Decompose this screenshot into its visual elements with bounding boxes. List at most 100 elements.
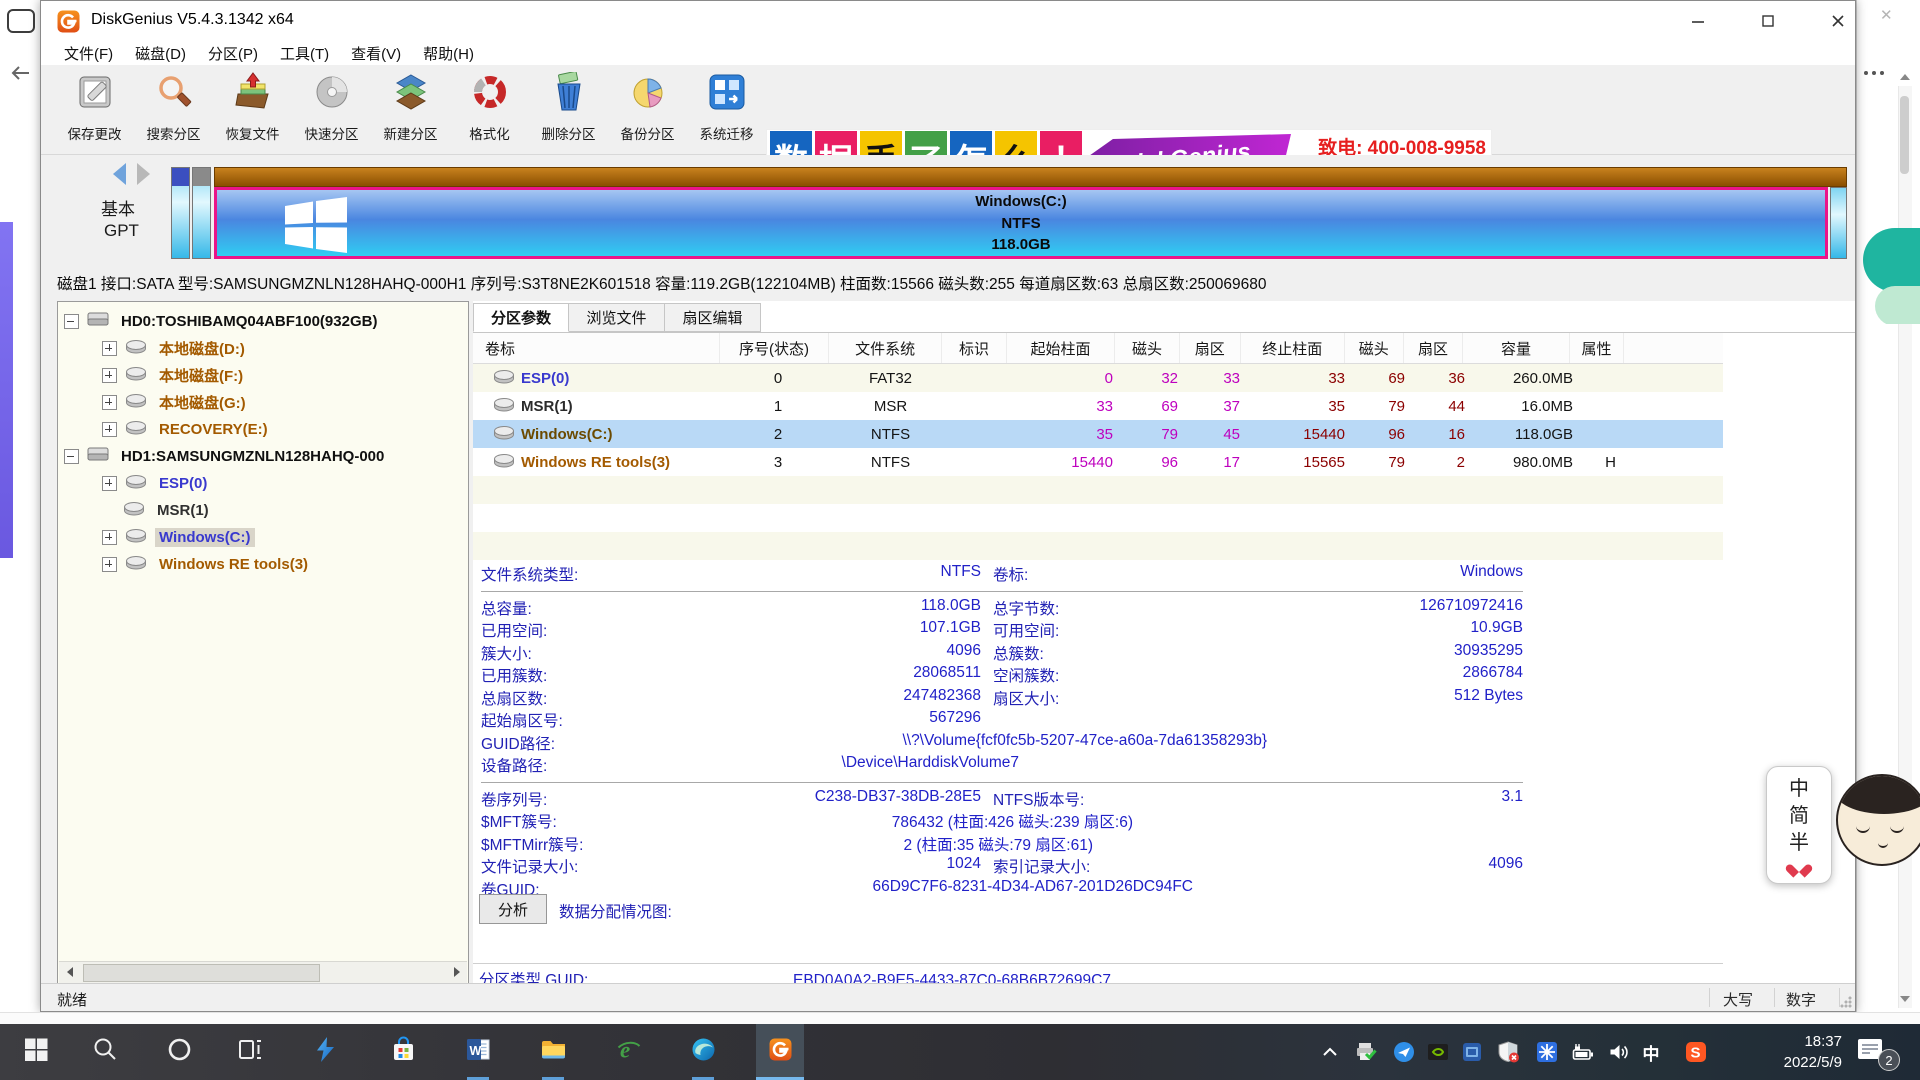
- taskbar-button-search[interactable]: [81, 1024, 129, 1080]
- ime-widget-item-2[interactable]: 半: [1789, 832, 1809, 854]
- taskbar-button-flash[interactable]: [301, 1024, 349, 1080]
- tree-item-windows-re-tools-3-[interactable]: Windows RE tools(3): [58, 551, 512, 578]
- menu-item-5[interactable]: 帮助(H): [412, 41, 485, 66]
- expand-icon[interactable]: [102, 422, 117, 437]
- tree-horizontal-scrollbar[interactable]: [59, 961, 467, 983]
- windows-c-partition-block[interactable]: Windows(C:) NTFS 118.0GB: [214, 187, 1828, 259]
- column-header-8[interactable]: 磁头: [1345, 333, 1404, 363]
- taskbar-clock[interactable]: 18:37 2022/5/9: [1738, 1031, 1842, 1073]
- column-header-9[interactable]: 扇区: [1404, 333, 1463, 363]
- scroll-up-icon[interactable]: [1900, 74, 1910, 80]
- taskbar-button-edge[interactable]: [679, 1024, 727, 1080]
- menu-item-3[interactable]: 工具(T): [269, 41, 340, 66]
- notification-center-icon[interactable]: 2: [1856, 1037, 1900, 1067]
- table-row-msr-1-[interactable]: MSR(1)1MSR33693735794416.0MB: [473, 392, 1723, 420]
- menu-item-2[interactable]: 分区(P): [197, 41, 269, 66]
- taskbar-button-word[interactable]: W: [454, 1024, 502, 1080]
- minimize-button[interactable]: [1674, 1, 1722, 41]
- column-header-2[interactable]: 文件系统: [829, 333, 943, 363]
- menu-item-0[interactable]: 文件(F): [53, 41, 124, 66]
- taskbar-button-start[interactable]: [12, 1024, 60, 1080]
- tree-item--d-[interactable]: 本地磁盘(D:): [58, 335, 512, 362]
- toolbar-button-save-changes[interactable]: 保存更改: [55, 68, 134, 152]
- maximize-button[interactable]: [1744, 1, 1792, 41]
- menu-item-4[interactable]: 查看(V): [340, 41, 412, 66]
- tray-chevron-up-icon[interactable]: [1316, 1039, 1344, 1065]
- table-row-windows-re-tools-3-[interactable]: Windows RE tools(3)3NTFS1544096171556579…: [473, 448, 1723, 476]
- tray-nvidia-icon[interactable]: [1424, 1039, 1452, 1065]
- taskbar-button-task-view[interactable]: [226, 1024, 274, 1080]
- back-arrow-icon[interactable]: [9, 64, 31, 87]
- expand-icon[interactable]: [102, 530, 117, 545]
- toolbar-button-system-migrate[interactable]: 系统迁移: [687, 68, 766, 152]
- column-header-1[interactable]: 序号(状态): [720, 333, 829, 363]
- tray-intel-graphics-icon[interactable]: [1458, 1039, 1486, 1065]
- tree-item--g-[interactable]: 本地磁盘(G:): [58, 389, 512, 416]
- tree-item-hd1-samsungmznln128hahq-000[interactable]: HD1:SAMSUNGMZNLN128HAHQ-000: [58, 443, 474, 470]
- expand-icon[interactable]: [102, 476, 117, 491]
- column-header-10[interactable]: 容量: [1463, 333, 1570, 363]
- toolbar-button-delete-partition[interactable]: 删除分区: [529, 68, 608, 152]
- expand-icon[interactable]: [102, 557, 117, 572]
- scroll-right-icon[interactable]: [446, 962, 467, 982]
- resize-grip[interactable]: [1840, 996, 1852, 1008]
- msr-partition-block[interactable]: [192, 167, 211, 259]
- taskbar-button-cortana[interactable]: [155, 1024, 203, 1080]
- column-header-6[interactable]: 扇区: [1180, 333, 1241, 363]
- tray-sogou-icon[interactable]: S: [1682, 1039, 1710, 1065]
- winre-partition-block[interactable]: [1830, 187, 1847, 259]
- tree-item-recovery-e-[interactable]: RECOVERY(E:): [58, 416, 512, 443]
- collapse-icon[interactable]: [64, 449, 79, 464]
- tab-2[interactable]: 扇区编辑: [665, 303, 761, 332]
- toolbar-button-format[interactable]: 格式化: [450, 68, 529, 152]
- toolbar-button-recover-files[interactable]: 恢复文件: [213, 68, 292, 152]
- background-close-icon[interactable]: ✕: [1880, 6, 1893, 24]
- next-disk-icon[interactable]: [137, 163, 150, 185]
- tray-ime-indicator[interactable]: 中: [1637, 1039, 1665, 1065]
- collapse-icon[interactable]: [64, 314, 79, 329]
- expand-icon[interactable]: [102, 395, 117, 410]
- taskbar-button-internet-explorer[interactable]: e: [604, 1024, 652, 1080]
- heart-icon[interactable]: [1791, 859, 1807, 873]
- background-scrollbar-thumb[interactable]: [1900, 96, 1909, 174]
- ime-status-widget[interactable]: 中简半: [1766, 766, 1832, 884]
- tab-1[interactable]: 浏览文件: [569, 303, 665, 332]
- table-row-windows-c-[interactable]: Windows(C:)2NTFS357945154409616118.0GB: [473, 420, 1723, 448]
- taskbar-button-store[interactable]: [379, 1024, 427, 1080]
- tray-defender-icon[interactable]: [1495, 1039, 1523, 1065]
- prev-disk-icon[interactable]: [113, 163, 126, 185]
- ime-mascot-avatar[interactable]: [1836, 768, 1920, 882]
- toolbar-button-new-partition[interactable]: 新建分区: [371, 68, 450, 152]
- column-header-4[interactable]: 起始柱面: [1007, 333, 1116, 363]
- overflow-menu-icon[interactable]: [1864, 62, 1890, 68]
- tree-scrollbar-thumb[interactable]: [83, 964, 320, 982]
- scroll-down-icon[interactable]: [1900, 996, 1910, 1002]
- table-row-esp-0-[interactable]: ESP(0)0FAT3203233336936260.0MB: [473, 364, 1723, 392]
- close-button[interactable]: [1814, 1, 1862, 41]
- ime-widget-item-1[interactable]: 简: [1789, 805, 1809, 827]
- tree-item-windows-c-[interactable]: Windows(C:): [58, 524, 512, 551]
- tab-0[interactable]: 分区参数: [473, 303, 569, 332]
- tree-item-esp-0-[interactable]: ESP(0): [58, 470, 512, 497]
- toolbar-button-backup-partition[interactable]: 备份分区: [608, 68, 687, 152]
- column-header-5[interactable]: 磁头: [1115, 333, 1179, 363]
- tree-item-hd0-toshibamq04abf100-932gb-[interactable]: HD0:TOSHIBAMQ04ABF100(932GB): [58, 308, 474, 335]
- tray-snowflake-icon[interactable]: [1533, 1039, 1561, 1065]
- tray-share-app-icon[interactable]: [1390, 1039, 1418, 1065]
- toolbar-button-quick-partition[interactable]: 快速分区: [292, 68, 371, 152]
- taskbar-button-file-explorer[interactable]: [529, 1024, 577, 1080]
- tree-item-msr-1-[interactable]: MSR(1): [58, 497, 512, 524]
- ime-widget-item-0[interactable]: 中: [1789, 778, 1809, 800]
- column-header-7[interactable]: 终止柱面: [1241, 333, 1345, 363]
- toolbar-button-search-partition[interactable]: 搜索分区: [134, 68, 213, 152]
- analyze-button[interactable]: 分析: [479, 894, 547, 924]
- menu-item-1[interactable]: 磁盘(D): [124, 41, 197, 66]
- expand-icon[interactable]: [102, 368, 117, 383]
- scroll-left-icon[interactable]: [59, 962, 80, 982]
- column-header-0[interactable]: 卷标: [473, 333, 720, 363]
- tray-battery-icon[interactable]: [1569, 1039, 1597, 1065]
- tree-item--f-[interactable]: 本地磁盘(F:): [58, 362, 512, 389]
- column-header-11[interactable]: 属性: [1570, 333, 1624, 363]
- column-header-3[interactable]: 标识: [942, 333, 1006, 363]
- taskbar-button-diskgenius[interactable]: [756, 1024, 804, 1080]
